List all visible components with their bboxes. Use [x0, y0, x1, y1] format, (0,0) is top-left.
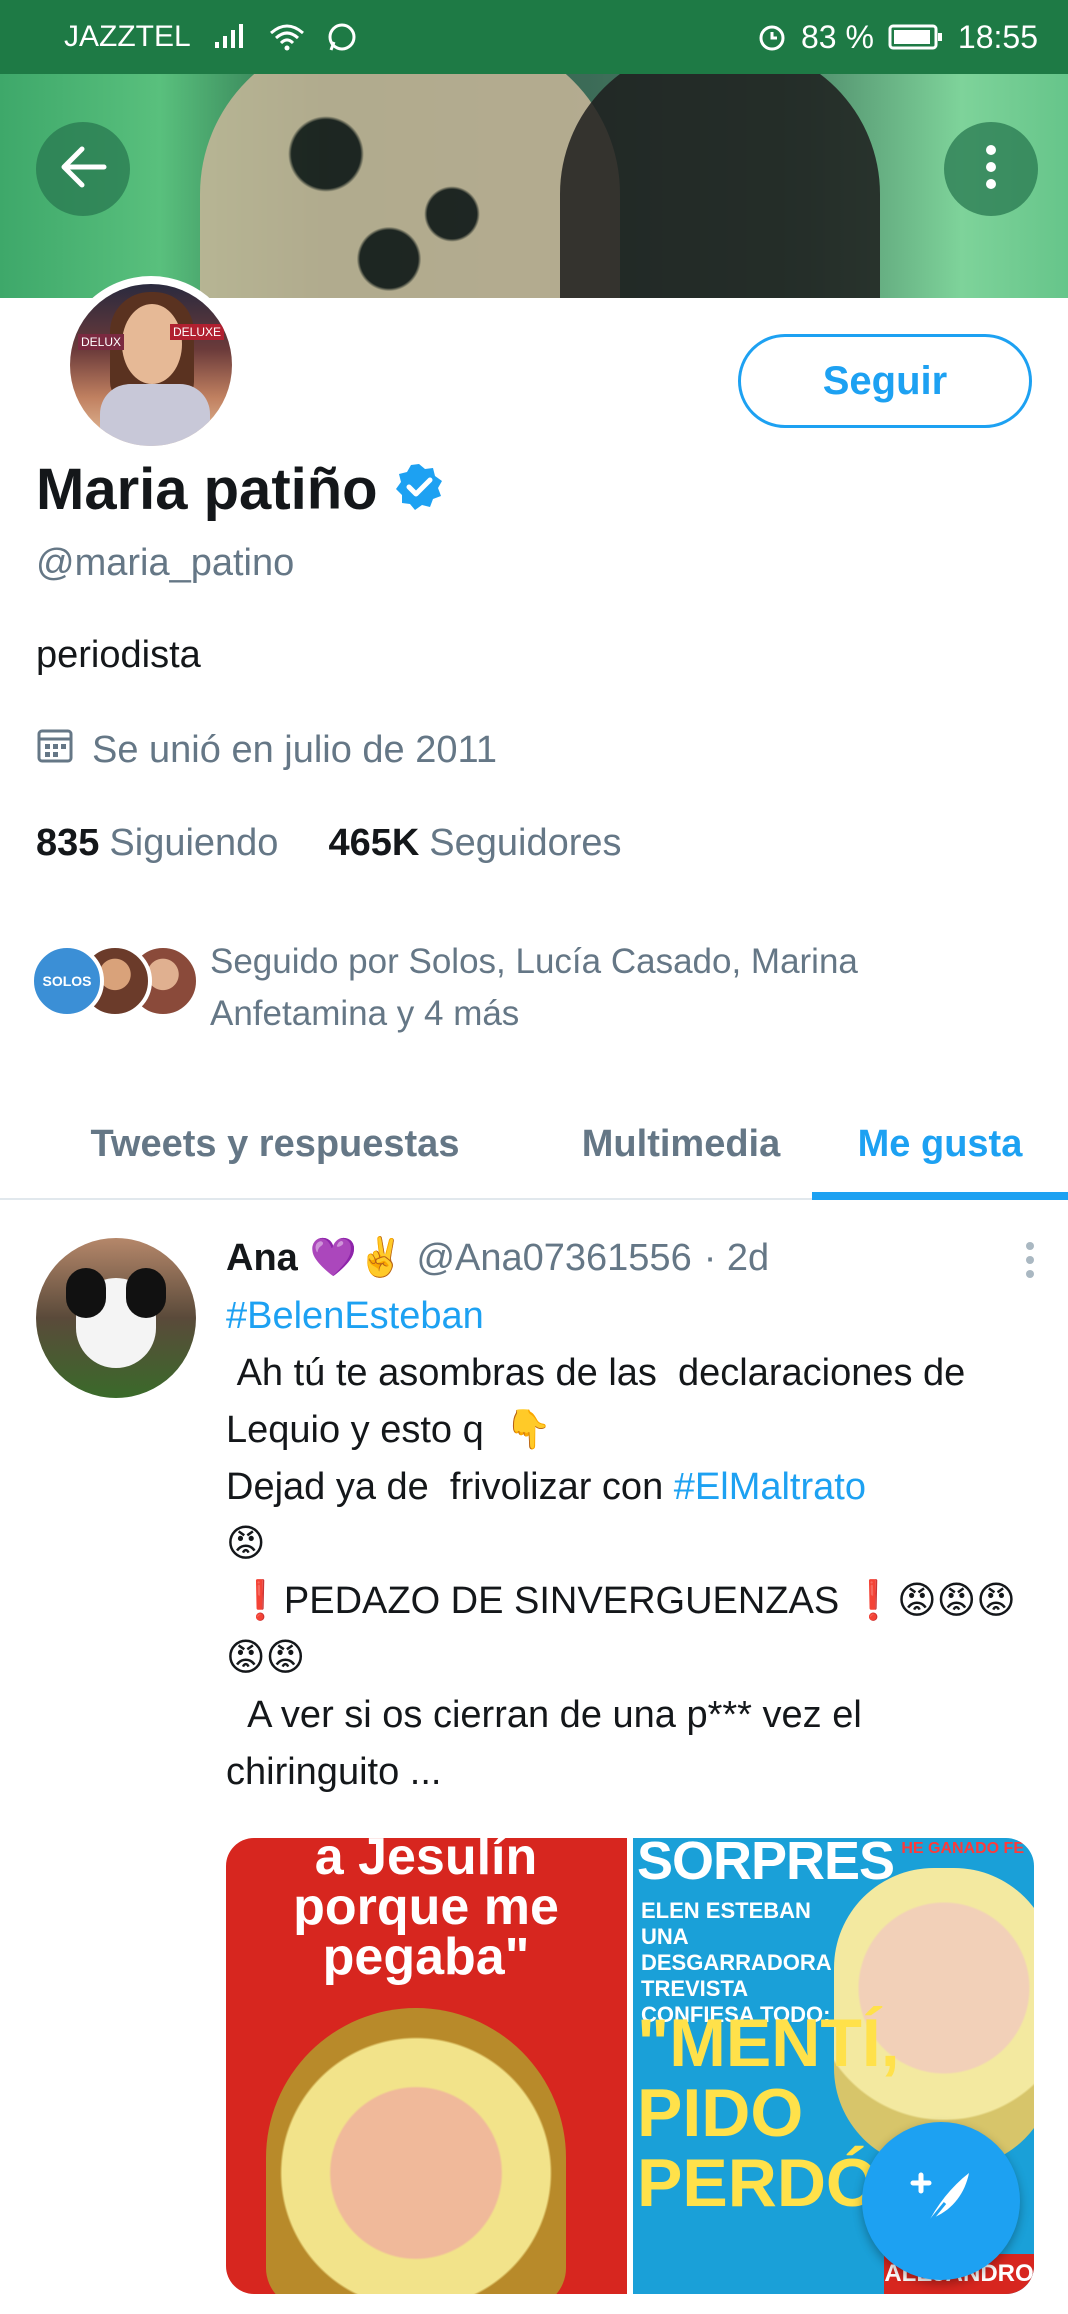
following-count: 835	[36, 822, 100, 864]
profile-banner	[0, 74, 1068, 298]
tweet-text: #BelenEsteban Ah tú te asombras de las d…	[226, 1288, 1036, 1801]
status-bar: JAZZTEL 83 % 18:55	[0, 0, 1068, 74]
whatsapp-icon	[327, 22, 357, 52]
compose-feather-icon	[901, 2159, 981, 2244]
profile-name: Maria patiño	[36, 457, 378, 522]
tab-likes[interactable]: Me gusta	[812, 1090, 1068, 1200]
banner-figure-right	[560, 74, 880, 298]
profile-name-row: Maria patiño	[36, 456, 444, 523]
tweet-line-2-text: Dejad ya de frivolizar con	[226, 1466, 674, 1508]
clock: 18:55	[957, 18, 1038, 55]
tweet-line-1: Ah tú te asombras de las declaraciones d…	[226, 1352, 976, 1451]
back-button[interactable]	[36, 122, 130, 216]
media-image-left[interactable]: a Jesulín porque me pegaba"	[226, 1838, 627, 2294]
battery-icon	[888, 23, 944, 51]
followed-by-avatars: SOLOS	[30, 944, 200, 1024]
tweet-author-name: Ana	[226, 1236, 298, 1279]
follow-counts: 835 Siguiendo 465K Seguidores	[36, 822, 622, 865]
follow-button[interactable]: Seguir	[738, 334, 1032, 428]
joined-text: Se unió en julio de 2011	[92, 728, 497, 771]
arrow-left-icon	[58, 145, 108, 194]
profile-bio: periodista	[36, 634, 201, 676]
carrier-label: JAZZTEL	[64, 20, 191, 53]
profile-tabs: Tweets y respuestas Multimedia Me gusta	[0, 1090, 1068, 1200]
more-options-button[interactable]	[944, 122, 1038, 216]
banner-figure-left	[200, 74, 620, 298]
following-label: Siguiendo	[109, 822, 279, 864]
tweet-line-2: Dejad ya de frivolizar con #ElMaltrato	[226, 1459, 1036, 1516]
tweet-line-3: 😡	[226, 1523, 266, 1565]
followers-count: 465K	[328, 822, 420, 864]
tweet-line-5: A ver si os cierran de una p*** vez el c…	[226, 1694, 873, 1793]
tweet-author-avatar[interactable]	[36, 1238, 196, 1398]
wifi-icon	[269, 23, 305, 51]
tweet-author-handle: @Ana07361556	[416, 1236, 692, 1279]
hashtag-link-2[interactable]: #ElMaltrato	[674, 1466, 866, 1508]
tab-tweets-replies[interactable]: Tweets y respuestas	[0, 1090, 550, 1198]
tweet-more-icon[interactable]	[1024, 1240, 1036, 1285]
tweet-header: Ana 💜✌️ @Ana07361556 · 2d	[226, 1236, 1036, 1280]
following-link[interactable]: 835 Siguiendo	[36, 822, 278, 865]
signal-icon	[213, 24, 247, 50]
joined-date: Se unió en julio de 2011	[36, 726, 497, 774]
media-left-headline: a Jesulín porque me pegaba"	[293, 1838, 559, 1986]
followed-by[interactable]: SOLOS Seguido por Solos, Lucía Casado, M…	[30, 936, 950, 1040]
battery-percent: 83 %	[800, 18, 874, 55]
more-vertical-icon	[985, 144, 997, 195]
hashtag-link[interactable]: #BelenEsteban	[226, 1288, 1036, 1345]
tweet-line-4: ❗PEDAZO DE SINVERGUENZAS ❗😡😡😡😡😡	[226, 1580, 1016, 1679]
tweet-author-emojis: 💜✌️	[309, 1237, 405, 1279]
verified-badge-icon	[394, 462, 444, 517]
alarm-icon	[757, 22, 787, 52]
profile-handle: @maria_patino	[36, 542, 295, 584]
followers-link[interactable]: 465K Seguidores	[328, 822, 621, 865]
tweet-timestamp: · 2d	[703, 1236, 770, 1279]
followers-label: Seguidores	[429, 822, 622, 864]
tab-media[interactable]: Multimedia	[550, 1090, 812, 1198]
tweet[interactable]: Ana 💜✌️ @Ana07361556 · 2d #BelenEsteban …	[226, 1236, 1036, 1801]
compose-tweet-button[interactable]	[862, 2122, 1020, 2280]
followed-by-text: Seguido por Solos, Lucía Casado, Marina …	[210, 942, 858, 1033]
media-right-corner: HE GANADO FE	[901, 1840, 1024, 1857]
calendar-icon	[36, 726, 74, 774]
media-right-title: SORPRES	[637, 1838, 895, 1891]
profile-avatar[interactable]: DELUX DELUXE	[62, 276, 240, 454]
follower-avatar-solos: SOLOS	[30, 944, 104, 1018]
